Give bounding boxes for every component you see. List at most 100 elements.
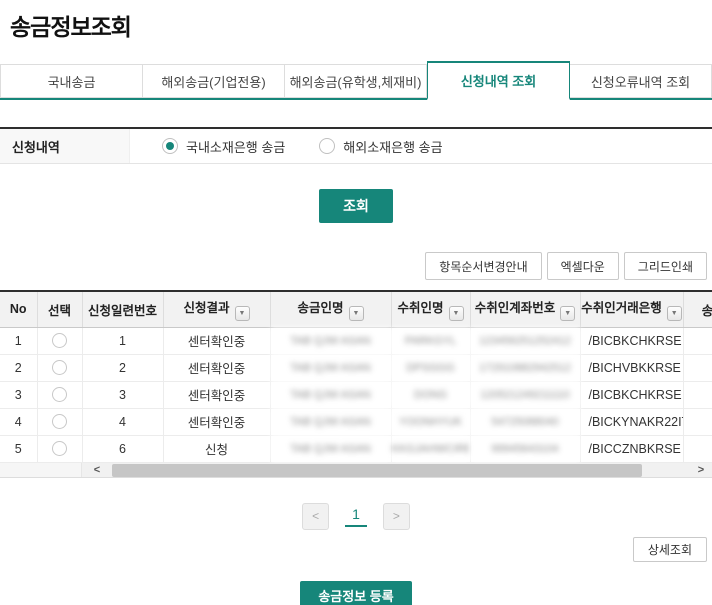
cell-result: 센터확인중 [163,354,270,381]
cell-result: 신청 [163,435,270,462]
cell-seq: 6 [82,435,163,462]
column-header-label: 수취인계좌번호 [475,301,556,315]
cell-no: 2 [0,354,37,381]
cell-bank: /BICHVBKKRSE [580,354,683,381]
scroll-left-icon[interactable]: < [88,463,106,478]
cell-bank: /BICBKCHKRSE [580,327,683,354]
tab-label: 국내송금 [48,72,96,91]
detail-button-row: 상세조회 [0,537,712,562]
cell-receiver: DPSGGG [391,354,470,381]
application-history-filter-section: 신청내역 국내소재은행 송금 해외소재은행 송금 [0,127,712,164]
scrollbar-track[interactable]: < > [82,463,712,477]
filter-section-label: 신청내역 [0,129,130,163]
grid-header-row: No 선택 신청일련번호 신청결과 ▼ 송금인명 ▼ 수취인명 ▼ 수취인계좌번호 ▼ 수취인거래은행… [0,292,712,327]
cell-account: 54725088040 [470,408,580,435]
cell-account: 99945643104 [470,435,580,462]
cell-sender: TAB QJW ASAN [270,354,391,381]
cell-account: 172910882942512 [470,354,580,381]
column-header-label: 신청결과 [183,301,229,315]
page-next-button[interactable]: > [383,503,410,530]
column-header-label: 송금인명 [297,301,343,315]
tab-4[interactable]: 신청내역 조회 [427,61,570,100]
table-row: 11센터확인중TAB QJW ASANPARKGYL12345625125241… [0,327,712,354]
column-header-sender: 송금인명 ▼ [270,292,391,327]
cell-select [37,381,82,408]
bank-location-radio-group: 국내소재은행 송금 해외소재은행 송금 [130,129,443,163]
radio-option-label: 국내소재은행 송금 [186,137,285,156]
tab-1[interactable]: 국내송금 [0,64,143,98]
cell-bank: /BICBKCHKRSE [580,381,683,408]
cell-amount [683,435,712,462]
page-prev-button[interactable]: < [302,503,329,530]
filter-dropdown-icon[interactable]: ▼ [349,306,364,321]
radio-option-1[interactable]: 국내소재은행 송금 [162,137,285,156]
result-grid-container: No 선택 신청일련번호 신청결과 ▼ 송금인명 ▼ 수취인명 ▼ 수취인계좌번호 ▼ 수취인거래은행… [0,290,712,463]
row-select-radio[interactable] [52,333,67,348]
grid-header: No 선택 신청일련번호 신청결과 ▼ 송금인명 ▼ 수취인명 ▼ 수취인계좌번호 ▼ 수취인거래은행… [0,292,712,327]
row-select-radio[interactable] [52,414,67,429]
cell-no: 5 [0,435,37,462]
filter-dropdown-icon[interactable]: ▼ [449,306,464,321]
scrollbar-thumb[interactable] [112,464,642,477]
cell-no: 1 [0,327,37,354]
cell-amount [683,408,712,435]
filter-dropdown-icon[interactable]: ▼ [235,306,250,321]
page-number-current[interactable]: 1 [345,506,367,527]
cell-seq: 1 [82,327,163,354]
tab-label: 신청오류내역 조회 [591,72,690,91]
radio-button-icon[interactable] [162,138,178,154]
row-select-radio[interactable] [52,441,67,456]
cell-seq: 3 [82,381,163,408]
grid-toolbar: 항목순서변경안내엑셀다운그리드인쇄 [0,252,712,280]
radio-option-2[interactable]: 해외소재은행 송금 [319,137,442,156]
cell-receiver: KKGJAHWCIREA [391,435,470,462]
tab-3[interactable]: 해외송금(유학생,체재비) [285,64,427,98]
radio-option-label: 해외소재은행 송금 [343,137,442,156]
tab-label: 신청내역 조회 [461,71,536,90]
column-header-no: No [0,292,37,327]
cell-receiver: YOONHYUK [391,408,470,435]
page-title: 송금정보조회 [0,0,712,42]
column-header-label: 신청일련번호 [88,304,157,318]
register-remittance-button[interactable]: 송금정보 등록 [300,581,411,605]
column-header-label: 송금 [702,304,712,318]
row-select-radio[interactable] [52,360,67,375]
toolbar-button-2[interactable]: 엑셀다운 [547,252,619,280]
filter-dropdown-icon[interactable]: ▼ [667,306,682,321]
cell-no: 3 [0,381,37,408]
cell-seq: 4 [82,408,163,435]
column-header-label: 수취인명 [397,301,443,315]
horizontal-scrollbar: < > [0,463,712,478]
cell-bank: /BICKYNAKR22ITL [580,408,683,435]
cell-select [37,408,82,435]
column-header-result: 신청결과 ▼ [163,292,270,327]
toolbar-button-3[interactable]: 그리드인쇄 [624,252,707,280]
remittance-inquiry-page: 송금정보조회 국내송금 해외송금(기업전용) 해외송금(유학생,체재비) 신청내역 조… [0,0,712,605]
column-header-receiver: 수취인명 ▼ [391,292,470,327]
tab-2[interactable]: 해외송금(기업전용) [143,64,285,98]
grid-body: 11센터확인중TAB QJW ASANPARKGYL12345625125241… [0,327,712,462]
detail-view-button[interactable]: 상세조회 [633,537,707,562]
radio-button-icon[interactable] [319,138,335,154]
filter-dropdown-icon[interactable]: ▼ [560,306,575,321]
tab-label: 해외송금(기업전용) [161,72,265,91]
column-header-label: 수취인거래은행 [581,301,662,315]
cell-select [37,327,82,354]
cell-sender: TAB QJW ASAN [270,327,391,354]
cell-amount [683,354,712,381]
cell-amount [683,327,712,354]
column-header-label: 선택 [48,304,71,318]
row-select-radio[interactable] [52,387,67,402]
cell-seq: 2 [82,354,163,381]
cell-sender: TAB QJW ASAN [270,408,391,435]
result-grid: No 선택 신청일련번호 신청결과 ▼ 송금인명 ▼ 수취인명 ▼ 수취인계좌번호 ▼ 수취인거래은행… [0,292,712,463]
cell-result: 센터확인중 [163,381,270,408]
cell-sender: TAB QJW ASAN [270,435,391,462]
column-header-amount: 송금 [683,292,712,327]
tab-5[interactable]: 신청오류내역 조회 [570,64,712,98]
toolbar-button-1[interactable]: 항목순서변경안내 [425,252,541,280]
cell-select [37,354,82,381]
search-button[interactable]: 조회 [319,189,393,223]
scroll-right-icon[interactable]: > [692,463,710,478]
table-row: 44센터확인중TAB QJW ASANYOONHYUK54725088040/B… [0,408,712,435]
